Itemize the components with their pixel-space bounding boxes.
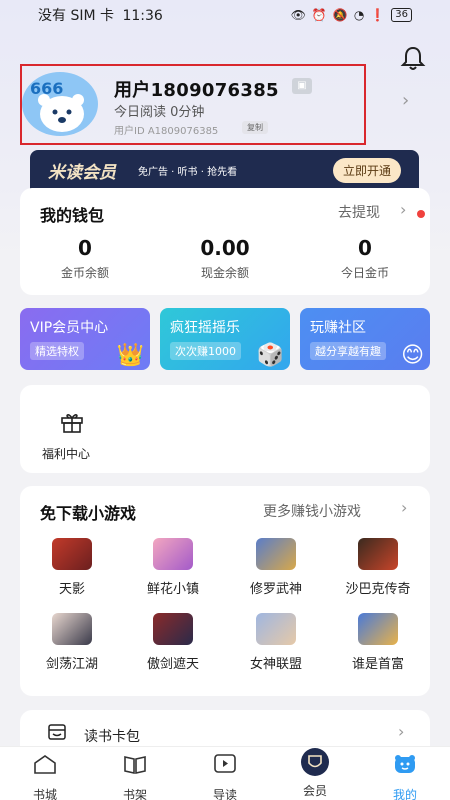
tile-subtitle: 越分享越有趣 [310,342,386,360]
game-icon [52,538,92,570]
vip-desc: 免广告 · 听书 · 抢先看 [138,166,238,178]
game-name: 剑荡江湖 [45,657,98,672]
alert-icon: ❗ [370,8,386,22]
tile-title: VIP会员中心 [30,320,109,336]
card-pack-label: 读书卡包 [84,729,140,745]
chevron-right-icon: › [398,722,405,741]
book-icon [124,756,146,774]
game-item[interactable]: 鲜花小镇 [133,538,213,597]
game-item[interactable]: 傲剑遮天 [133,613,213,672]
tile-title: 疯狂摇摇乐 [170,320,240,336]
nav-bookstore[interactable]: 书城 [15,753,75,800]
bottom-nav: 书城 书架 导读 会员 我的 [0,746,450,800]
nav-member[interactable]: 会员 [285,748,345,799]
vip-title: 米读会员 [48,162,116,183]
tile-community[interactable]: 玩赚社区 越分享越有趣 😊 [300,308,430,370]
eye-icon: 👁 [290,8,306,22]
game-name: 修罗武神 [249,582,302,597]
tile-subtitle: 精选特权 [30,342,84,360]
stat-value: 0 [358,236,372,260]
chevron-right-icon[interactable]: › [400,200,406,219]
tile-shake[interactable]: 疯狂摇摇乐 次次赚1000 🎲 [160,308,290,370]
game-icon [256,538,296,570]
vip-open-button[interactable]: 立即开通 [332,157,401,183]
welfare-label[interactable]: 福利中心 [42,445,90,462]
games-title: 免下载小游戏 [40,504,137,523]
stat-today-coins[interactable]: 0 今日金币 [300,236,430,281]
game-name: 天影 [58,582,85,597]
stat-label: 今日金币 [340,266,389,280]
tile-subtitle: 次次赚1000 [170,342,241,360]
game-item[interactable]: 沙巴克传奇 [338,538,418,597]
nav-label: 书城 [32,788,57,800]
game-item[interactable]: 剑荡江湖 [32,613,112,672]
games-card: 免下载小游戏 更多赚钱小游戏 › 天影 鲜花小镇 修罗武神 沙巴克传奇 剑荡江湖… [20,486,430,696]
game-item[interactable]: 谁是首富 [338,613,418,672]
wifi-icon: ◔ [353,8,365,22]
stat-value: 0 [78,236,92,260]
tile-title: 玩赚社区 [310,320,366,336]
alarm-icon: ⏰ [311,8,327,22]
crown-icon: 👑 [116,343,144,368]
game-name: 沙巴克传奇 [345,582,411,597]
username: 用户1809076385 [114,80,279,101]
mascot-icon: 😊 [401,343,424,368]
play-icon [214,754,236,773]
stat-label: 现金余额 [200,266,249,280]
status-left: 没有 SIM 卡 11:36 [38,5,291,25]
clock-text: 11:36 [122,8,163,24]
nav-label: 会员 [302,784,327,798]
vip-shield-icon [301,748,329,776]
card-pack-row[interactable]: 读书卡包 › [20,710,430,750]
battery-icon: 36 [391,8,412,22]
red-dot-badge [417,210,425,218]
game-icon [52,613,92,645]
copy-button[interactable]: 复制 [242,121,268,134]
stat-value: 0.00 [200,236,250,260]
game-icon [358,538,398,570]
nav-label: 导读 [212,788,237,800]
status-bar: 没有 SIM 卡 11:36 👁 ⏰ 🔕 ◔ ❗ 36 [0,0,450,30]
chevron-right-icon[interactable]: › [402,90,409,111]
game-icon [153,613,193,645]
carrier-text: 没有 SIM 卡 [38,8,114,24]
nav-guide[interactable]: 导读 [195,753,255,800]
withdraw-link[interactable]: 去提现 [338,202,380,222]
game-name: 傲剑遮天 [146,657,199,672]
game-name: 女神联盟 [249,657,302,672]
wallet-title: 我的钱包 [40,206,105,225]
bell-icon[interactable] [399,44,427,72]
nav-label: 我的 [392,788,417,800]
read-time: 今日阅读 0分钟 [114,105,205,120]
nav-mine[interactable]: 我的 [375,753,435,800]
bear-face-icon [395,755,415,773]
user-id: 用户ID A1809076385 [114,126,219,137]
stat-cash[interactable]: 0.00 现金余额 [160,236,290,281]
tile-vip-center[interactable]: VIP会员中心 精选特权 👑 [20,308,150,370]
mute-icon: 🔕 [332,8,348,22]
stat-label: 金币余额 [60,266,109,280]
dice-icon: 🎲 [256,343,284,368]
game-icon [153,538,193,570]
chevron-right-icon[interactable]: › [401,498,407,517]
game-name: 鲜花小镇 [146,582,199,597]
gift-icon[interactable] [60,411,84,433]
vip-banner[interactable]: 米读会员 免广告 · 听书 · 抢先看 立即开通 [30,150,419,190]
user-badge-icon: ▣ [292,78,312,94]
game-icon [256,613,296,645]
home-book-icon [34,755,56,774]
stat-coins[interactable]: 0 金币余额 [20,236,150,281]
welfare-card: 福利中心 [20,385,430,473]
status-icons: 👁 ⏰ 🔕 ◔ ❗ 36 [291,8,412,22]
nav-label: 书架 [122,788,147,800]
game-item[interactable]: 女神联盟 [236,613,316,672]
nav-bookshelf[interactable]: 书架 [105,753,165,800]
card-pack-icon [48,724,66,740]
game-item[interactable]: 天影 [32,538,112,597]
more-games-link[interactable]: 更多赚钱小游戏 [263,501,361,521]
game-item[interactable]: 修罗武神 [236,538,316,597]
wallet-card: 我的钱包 去提现 › 0 金币余额 0.00 现金余额 0 今日金币 [20,188,430,295]
game-name: 谁是首富 [351,657,404,672]
game-icon [358,613,398,645]
